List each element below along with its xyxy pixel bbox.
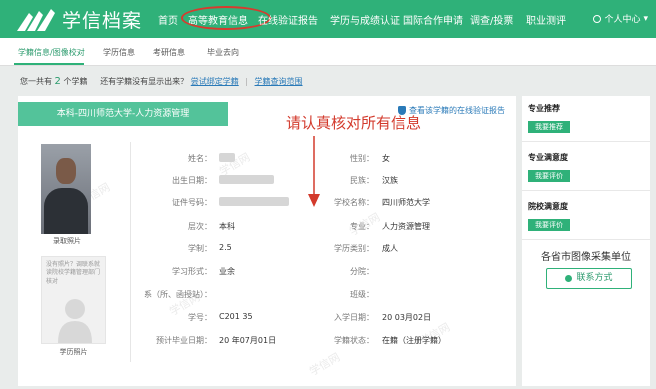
tab-graduate-destination[interactable]: 毕业去向 bbox=[207, 47, 239, 58]
field-label-name: 姓名： bbox=[188, 154, 212, 163]
user-menu-label: 个人中心 bbox=[604, 15, 641, 25]
right-sidebar: 专业推荐 我要推荐 专业满意度 我要评价 院校满意度 我要评价 各省市图像采集单… bbox=[522, 96, 650, 386]
field-value-study-mode: 业余 bbox=[219, 267, 235, 276]
rate-school-button[interactable]: 我要评价 bbox=[528, 219, 570, 231]
field-label-expected-graduation: 预计毕业日期： bbox=[156, 336, 212, 345]
field-value-level: 本科 bbox=[219, 222, 235, 231]
nav-home[interactable]: 首页 bbox=[158, 12, 178, 27]
missing-question: 还有学籍没有显示出来？ bbox=[100, 77, 189, 86]
field-label-level: 层次： bbox=[188, 222, 212, 231]
field-label-class: 班级： bbox=[350, 290, 374, 299]
no-photo-message: 没有照片？调联系就读院校学籍管理部门核对 bbox=[46, 261, 101, 285]
field-label-branch: 分院： bbox=[350, 267, 374, 276]
rate-major-button[interactable]: 我要评价 bbox=[528, 170, 570, 182]
admission-photo-caption: 录取照片 bbox=[53, 237, 81, 245]
phone-icon bbox=[565, 275, 573, 282]
photo-collection-unit-title: 各省市图像采集单位 bbox=[541, 252, 631, 263]
count-suffix: 个学籍 bbox=[63, 77, 88, 86]
logo-text: 学信档案 bbox=[62, 10, 143, 32]
nav-survey[interactable]: 调查/投票 bbox=[470, 12, 513, 27]
degree-photo-placeholder: 没有照片？调联系就读院校学籍管理部门核对 bbox=[41, 256, 106, 344]
recommend-button[interactable]: 我要推荐 bbox=[528, 121, 570, 133]
degree-photo-caption: 学历照片 bbox=[59, 348, 88, 356]
field-value-degree-type: 成人 bbox=[382, 244, 398, 253]
field-label-enrollment-date: 入学日期： bbox=[334, 313, 374, 322]
record-count: 2 bbox=[54, 76, 61, 87]
nav-international[interactable]: 国际合作申请 bbox=[403, 12, 463, 27]
nav-degree-certification[interactable]: 学历与成绩认证 bbox=[330, 12, 400, 27]
field-label-gender: 性别： bbox=[350, 154, 374, 163]
major-recommend-title: 专业推荐 bbox=[528, 104, 560, 113]
contact-button[interactable]: 联系方式 bbox=[546, 268, 632, 289]
field-value-major: 人力资源管理 bbox=[382, 222, 430, 231]
field-label-ethnicity: 民族： bbox=[350, 176, 374, 185]
contact-button-label: 联系方式 bbox=[576, 273, 613, 283]
field-label-degree-type: 学历类别： bbox=[334, 244, 374, 253]
user-icon bbox=[593, 14, 602, 23]
logo-icon bbox=[17, 8, 55, 31]
nav-career-test[interactable]: 职业测评 bbox=[526, 12, 566, 27]
student-record-card: 学信网 学信网 学信网 学信网 学信网 学信网 本科-四川师范大学-人力资源管理… bbox=[18, 96, 516, 386]
top-navigation-bar: 学信档案 首页 高等教育信息 在线验证报告 学历与成绩认证 国际合作申请 调查/… bbox=[0, 0, 656, 38]
redacted-birth bbox=[219, 175, 274, 184]
field-label-school: 学校名称： bbox=[334, 198, 374, 207]
logo[interactable]: 学信档案 bbox=[15, 6, 142, 33]
field-label-department: 系（所、函授站）： bbox=[144, 290, 212, 299]
tab-postgrad-info[interactable]: 考研信息 bbox=[153, 47, 185, 58]
redacted-name bbox=[219, 153, 235, 162]
bind-record-link[interactable]: 尝试绑定学籍 bbox=[191, 77, 239, 86]
active-tab-underline bbox=[14, 63, 84, 65]
tab-student-status[interactable]: 学籍信息/图像校对 bbox=[18, 47, 85, 58]
chevron-down-icon: ▾ bbox=[643, 13, 648, 24]
school-satisfaction-title: 院校满意度 bbox=[528, 202, 568, 211]
watermark: 学信网 bbox=[307, 350, 343, 379]
field-value-school: 四川师范大学 bbox=[382, 198, 430, 207]
separator: | bbox=[245, 77, 248, 86]
user-menu[interactable]: 个人中心 ▾ bbox=[593, 12, 648, 25]
field-label-student-id: 学号： bbox=[188, 313, 212, 322]
field-value-ethnicity: 汉族 bbox=[382, 176, 398, 185]
field-value-student-id: C201 35 bbox=[219, 312, 253, 321]
field-label-major: 专业： bbox=[350, 222, 374, 231]
field-value-duration: 2.5 bbox=[219, 243, 232, 252]
divider bbox=[522, 141, 650, 142]
query-scope-link[interactable]: 学籍查询范围 bbox=[255, 77, 303, 86]
person-silhouette-icon bbox=[58, 299, 92, 343]
count-prefix: 您一共有 bbox=[20, 77, 52, 86]
field-value-gender: 女 bbox=[382, 154, 390, 163]
field-label-duration: 学制： bbox=[188, 244, 212, 253]
field-label-birth: 出生日期： bbox=[172, 176, 212, 185]
redacted-id bbox=[219, 197, 289, 206]
annotation-text: 请认真核对所有信息 bbox=[286, 114, 422, 132]
sub-navigation: 学籍信息/图像校对 学历信息 考研信息 毕业去向 bbox=[0, 38, 656, 66]
verify-report-label: 查看该学籍的在线验证报告 bbox=[409, 106, 505, 115]
divider bbox=[130, 142, 131, 362]
divider bbox=[522, 239, 650, 240]
divider bbox=[522, 190, 650, 191]
field-label-study-mode: 学习形式： bbox=[172, 267, 212, 276]
field-value-enrollment-date: 20 03月02日 bbox=[382, 313, 432, 322]
major-satisfaction-title: 专业满意度 bbox=[528, 153, 568, 162]
record-banner: 本科-四川师范大学-人力资源管理 bbox=[18, 102, 228, 126]
admission-photo bbox=[41, 144, 91, 234]
field-value-status: 在籍（注册学籍） bbox=[382, 336, 446, 345]
field-value-expected-graduation: 20 年07月01日 bbox=[219, 336, 277, 345]
field-label-status: 学籍状态： bbox=[334, 336, 374, 345]
record-count-bar: 您一共有 2 个学籍 还有学籍没有显示出来？ 尝试绑定学籍 | 学籍查询范围 bbox=[20, 76, 303, 87]
tab-degree-info[interactable]: 学历信息 bbox=[103, 47, 135, 58]
field-label-id: 证件号码： bbox=[172, 198, 212, 207]
nav-online-verification[interactable]: 在线验证报告 bbox=[258, 12, 318, 27]
